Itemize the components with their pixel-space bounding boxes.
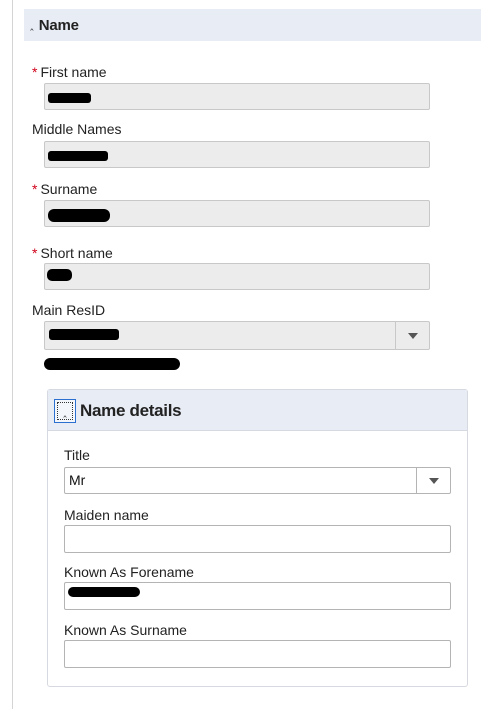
name-section-header[interactable]: ‸ Name [24, 9, 481, 41]
dropdown-arrow[interactable] [416, 468, 450, 493]
name-details-header[interactable]: ‸ Name details [48, 390, 467, 431]
name-details-toggle-button[interactable]: ‸ [54, 399, 76, 423]
redacted-resid-description [44, 358, 180, 370]
section-title: Name [38, 16, 79, 34]
name-details-panel: ‸ Name details Title Mr Maiden name Know… [47, 389, 468, 687]
title-select[interactable]: Mr [64, 467, 451, 494]
title-label: Title [64, 447, 90, 463]
double-chevron-up-icon: ‸ [63, 405, 67, 418]
main-resid-label: Main ResID [32, 302, 106, 318]
redacted-value [49, 329, 119, 340]
known-as-surname-input[interactable] [64, 640, 451, 668]
surname-input[interactable] [44, 200, 430, 227]
known-as-forename-input[interactable] [64, 582, 451, 610]
dropdown-arrow[interactable] [395, 322, 429, 349]
short-name-label: * Short name [32, 245, 113, 261]
middle-names-input[interactable] [44, 141, 430, 168]
redacted-value [48, 93, 91, 103]
redacted-value [48, 151, 108, 161]
chevron-down-icon [407, 332, 418, 339]
first-name-input[interactable] [44, 83, 430, 110]
short-name-input[interactable] [44, 263, 430, 290]
left-divider [12, 0, 13, 709]
required-marker: * [32, 64, 38, 80]
known-as-forename-label: Known As Forename [64, 564, 194, 580]
surname-label: * Surname [32, 181, 98, 197]
name-details-title: Name details [80, 401, 182, 420]
redacted-value [68, 587, 140, 597]
double-chevron-up-icon[interactable]: ‸ [30, 19, 34, 31]
known-as-surname-label: Known As Surname [64, 622, 187, 638]
maiden-name-label: Maiden name [64, 507, 149, 523]
maiden-name-input[interactable] [64, 525, 451, 553]
redacted-value [47, 269, 72, 281]
main-resid-select[interactable] [44, 321, 430, 350]
first-name-label: * First name [32, 64, 107, 80]
redacted-value [48, 209, 110, 222]
title-value: Mr [69, 472, 86, 488]
middle-names-label: Middle Names [32, 121, 122, 137]
chevron-down-icon [428, 477, 439, 484]
